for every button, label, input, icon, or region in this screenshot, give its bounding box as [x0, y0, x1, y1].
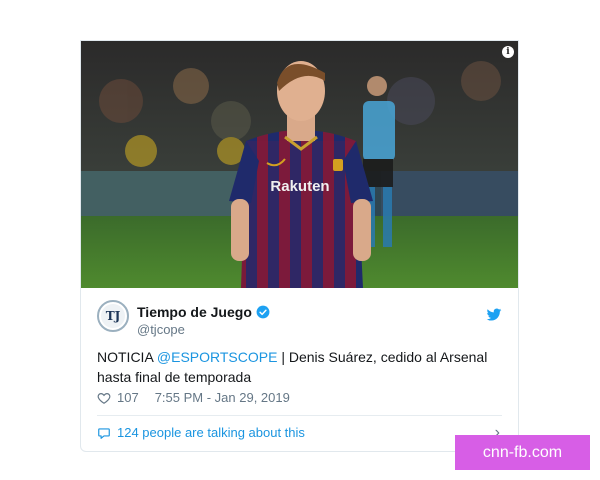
tweet-photo[interactable]: Rakuten i [81, 41, 518, 288]
timestamp[interactable]: 7:55 PM - Jan 29, 2019 [155, 390, 290, 405]
display-name-text: Tiempo de Juego [137, 304, 252, 320]
verified-badge-icon [256, 305, 270, 319]
info-icon[interactable]: i [502, 46, 514, 58]
author-block[interactable]: Tiempo de Juego @tjcope [137, 304, 270, 337]
display-name[interactable]: Tiempo de Juego [137, 304, 270, 320]
tweet-text-prefix: NOTICIA [97, 349, 157, 365]
talking-link[interactable]: 124 people are talking about this [97, 425, 305, 440]
handle[interactable]: @tjcope [137, 322, 270, 337]
heart-icon[interactable] [97, 391, 111, 405]
twitter-bird-icon[interactable] [486, 308, 502, 322]
avatar[interactable]: TJ [97, 300, 129, 332]
watermark: cnn-fb.com [455, 435, 590, 470]
player-photo: Rakuten [81, 41, 518, 288]
reply-bubble-icon [98, 427, 110, 439]
tweet-header: TJ Tiempo de Juego @tjcope [81, 288, 518, 340]
mention-link[interactable]: @ESPORTSCOPE [157, 349, 278, 365]
like-count[interactable]: 107 [117, 390, 139, 405]
avatar-logo: TJ [101, 304, 125, 328]
divider [97, 415, 502, 416]
tweet-card[interactable]: Rakuten i TJ Tiempo de Juego @tjcope NOT… [80, 40, 519, 452]
jersey-sponsor-text: Rakuten [270, 178, 329, 195]
tweet-text: NOTICIA @ESPORTSCOPE | Denis Suárez, ced… [97, 347, 507, 387]
tweet-meta: 107 7:55 PM - Jan 29, 2019 [97, 390, 290, 405]
talking-text: 124 people are talking about this [117, 425, 305, 440]
